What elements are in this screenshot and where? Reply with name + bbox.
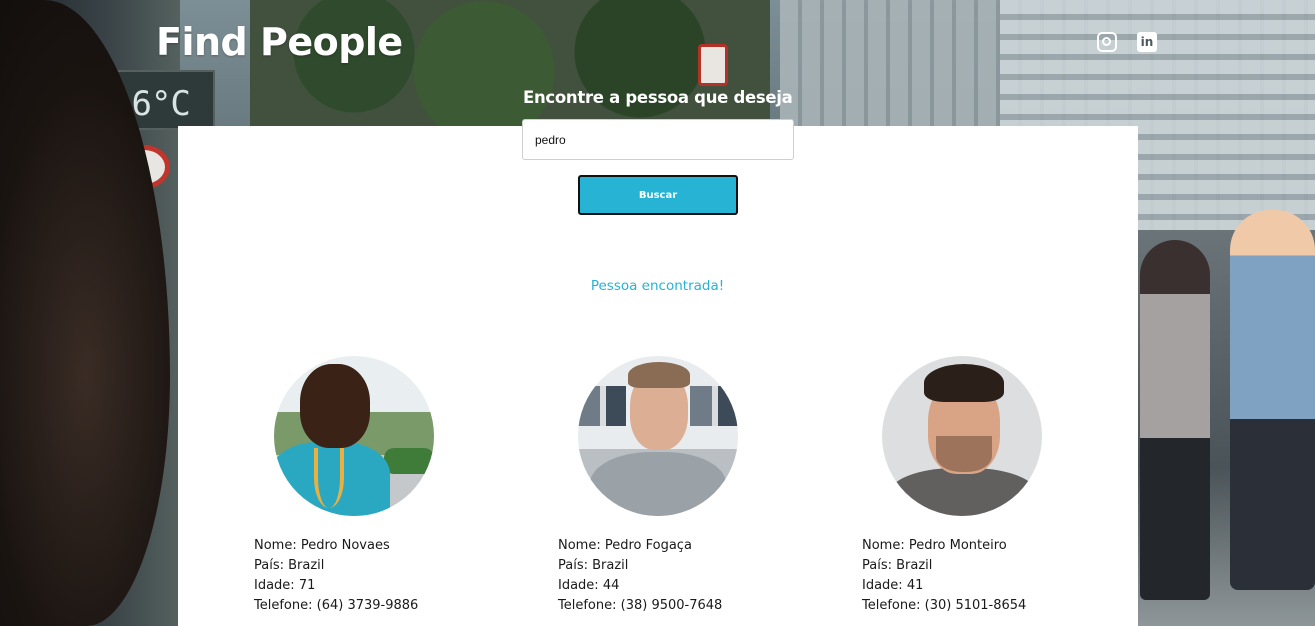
avatar <box>578 356 738 516</box>
background-pedestrian <box>1140 240 1210 600</box>
person-name: Nome: Pedro Novaes <box>254 538 390 553</box>
person-age: Idade: 44 <box>558 578 620 593</box>
person-name: Nome: Pedro Monteiro <box>862 538 1007 553</box>
avatar-shirt <box>590 452 726 516</box>
person-age: Idade: 41 <box>862 578 924 593</box>
avatar <box>274 356 434 516</box>
person-country: País: Brazil <box>558 558 629 573</box>
person-phone: Telefone: (38) 9500-7648 <box>558 598 723 613</box>
person-info: Nome: Pedro Monteiro País: Brazil Idade:… <box>862 536 1092 616</box>
search-label: Encontre a pessoa que deseja <box>523 88 793 107</box>
search-button[interactable]: Buscar <box>578 175 738 215</box>
avatar-shirt <box>888 468 1038 516</box>
status-message: Pessoa encontrada! <box>590 278 725 294</box>
person-country: País: Brazil <box>254 558 325 573</box>
site-logo[interactable]: Find People <box>156 20 403 64</box>
avatar-hair <box>628 362 690 388</box>
avatar-lanyard <box>314 448 344 508</box>
person-info: Nome: Pedro Fogaça País: Brazil Idade: 4… <box>558 536 788 616</box>
person-country: País: Brazil <box>862 558 933 573</box>
avatar <box>882 356 1042 516</box>
linkedin-icon[interactable]: in <box>1137 32 1157 52</box>
search-input[interactable] <box>522 119 794 160</box>
avatar-beard <box>936 436 992 472</box>
avatar-background <box>384 448 434 474</box>
person-info: Nome: Pedro Novaes País: Brazil Idade: 7… <box>254 536 484 616</box>
person-name: Nome: Pedro Fogaça <box>558 538 692 553</box>
person-age: Idade: 71 <box>254 578 316 593</box>
person-phone: Telefone: (30) 5101-8654 <box>862 598 1027 613</box>
person-phone: Telefone: (64) 3739-9886 <box>254 598 419 613</box>
background-pedestrian <box>1230 210 1315 590</box>
instagram-icon[interactable] <box>1097 32 1117 52</box>
traffic-sign <box>698 44 728 86</box>
avatar-hair <box>924 364 1004 402</box>
avatar-face <box>300 364 370 448</box>
